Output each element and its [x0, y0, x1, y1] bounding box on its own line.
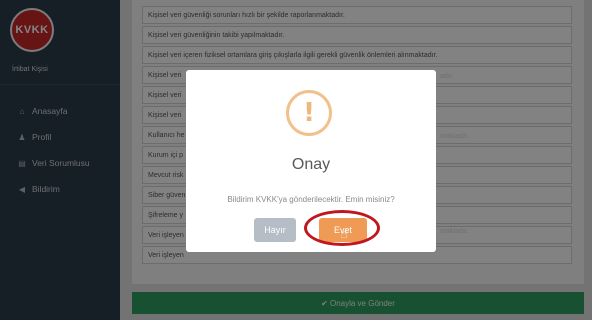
row-text-tail: maktadır.: [440, 228, 469, 235]
row-text-tail: adır.: [440, 73, 454, 80]
row-text-tail: maktadır.: [440, 133, 469, 140]
confirm-dialog: ! Onay Bildirim KVKK'ya gönderilecektir.…: [186, 70, 436, 252]
dialog-message: Bildirim KVKK'ya gönderilecektir. Emin m…: [227, 195, 395, 204]
app-window: KVKK İrtibat Kişisi ⌂ Anasayfa ♟ Profil …: [0, 0, 592, 320]
exclamation-glyph: !: [303, 98, 315, 128]
dialog-title: Onay: [291, 156, 331, 173]
cancel-button[interactable]: Hayır: [254, 218, 296, 242]
warning-icon: !: [286, 90, 332, 136]
hand-cursor-icon: ☝: [340, 227, 348, 242]
